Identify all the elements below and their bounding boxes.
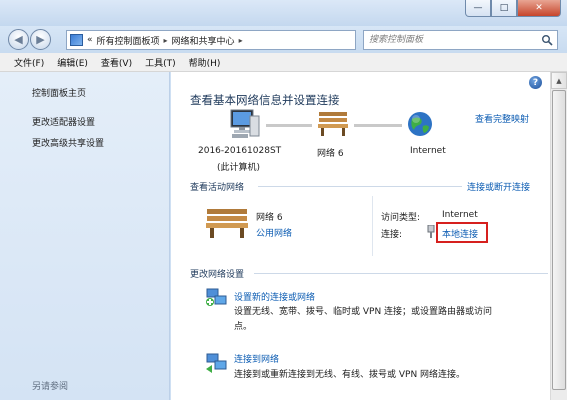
network-setup-icon [206,288,227,306]
setup-new-connection-desc: 设置无线、宽带、拨号、临时或 VPN 连接；或设置路由器或访问 [234,307,493,317]
map-internet-label: Internet [410,146,446,156]
breadcrumb-lead[interactable]: « [87,35,93,45]
network-type-link[interactable]: 公用网络 [256,226,292,239]
section-divider [258,186,462,187]
navigation-bar: ◀ ▶ « 所有控制面板项 ▸ 网络和共享中心 ▸ ▾ ⟳ [0,26,567,53]
window-controls: — □ ✕ [465,0,561,17]
computer-icon [230,109,260,138]
help-icon[interactable]: ? [529,76,542,89]
sidebar-item-control-panel-home[interactable]: 控制面板主页 [32,86,86,99]
menu-edit[interactable]: 编辑(E) [57,56,88,69]
control-panel-icon [70,34,83,46]
sidebar-item-change-adapter-settings[interactable]: 更改适配器设置 [32,115,95,128]
minimize-button[interactable]: — [465,0,491,17]
menu-view[interactable]: 查看(V) [101,56,132,69]
sidebar-item-change-advanced-sharing[interactable]: 更改高级共享设置 [32,136,104,149]
maximize-button[interactable]: □ [491,0,517,17]
vertical-divider [372,196,373,256]
ethernet-icon [427,225,435,238]
section-divider [254,273,548,274]
setup-new-connection-desc-cont: 点。 [234,322,253,332]
connect-network-icon [206,353,227,373]
access-type-label: 访问类型: [381,213,421,223]
access-type-value: Internet [442,210,478,220]
highlight-box [436,222,488,243]
map-network-label: 网络 6 [317,149,344,159]
breadcrumb-network-sharing-center[interactable]: 网络和共享中心 [172,34,235,47]
menu-help[interactable]: 帮助(H) [189,56,221,69]
connect-to-network-link[interactable]: 连接到网络 [234,352,279,365]
forward-button[interactable]: ▶ [30,29,51,50]
menu-file[interactable]: 文件(F) [14,56,44,69]
breadcrumb-separator[interactable]: ▸ [164,36,168,45]
title-bar: — □ ✕ [0,0,567,26]
change-settings-heading: 更改网络设置 [190,270,245,280]
scroll-thumb[interactable] [552,90,566,390]
sidebar-see-also: 另请参阅 [32,382,69,392]
connect-to-network-desc: 连接到或重新连接到无线、有线、拨号或 VPN 网络连接。 [234,370,466,380]
menu-bar: 文件(F) 编辑(E) 查看(V) 工具(T) 帮助(H) [0,53,567,72]
active-network-name: 网络 6 [256,213,283,223]
scrollbar[interactable]: ▲ [550,72,567,400]
connection-label: 连接: [381,230,403,240]
scroll-up-button[interactable]: ▲ [551,72,567,89]
map-link-line [266,124,312,127]
map-this-computer: (此计算机) [217,163,261,173]
menu-tools[interactable]: 工具(T) [145,56,176,69]
setup-new-connection-link[interactable]: 设置新的连接或网络 [234,290,315,303]
back-button[interactable]: ◀ [8,29,29,50]
search-icon[interactable] [541,34,553,46]
search-box[interactable] [363,30,558,50]
bench-icon [206,209,248,238]
close-button[interactable]: ✕ [517,0,561,17]
connect-disconnect-link[interactable]: 连接或断开连接 [467,180,530,193]
sidebar: 控制面板主页 更改适配器设置 更改高级共享设置 另请参阅 [0,72,170,400]
globe-icon [408,112,432,136]
breadcrumb-all-control-panel-items[interactable]: 所有控制面板项 [97,34,160,47]
see-full-map-link[interactable]: 查看完整映射 [475,112,529,125]
page-title: 查看基本网络信息并设置连接 [190,93,340,107]
search-input[interactable] [364,31,534,49]
breadcrumb-separator[interactable]: ▸ [239,36,243,45]
bench-icon [318,112,348,136]
active-networks-heading: 查看活动网络 [190,183,245,193]
map-link-line [354,124,402,127]
map-computer-name: 2016-20161028ST [198,146,282,156]
address-bar[interactable]: « 所有控制面板项 ▸ 网络和共享中心 ▸ ▾ ⟳ [66,30,418,50]
